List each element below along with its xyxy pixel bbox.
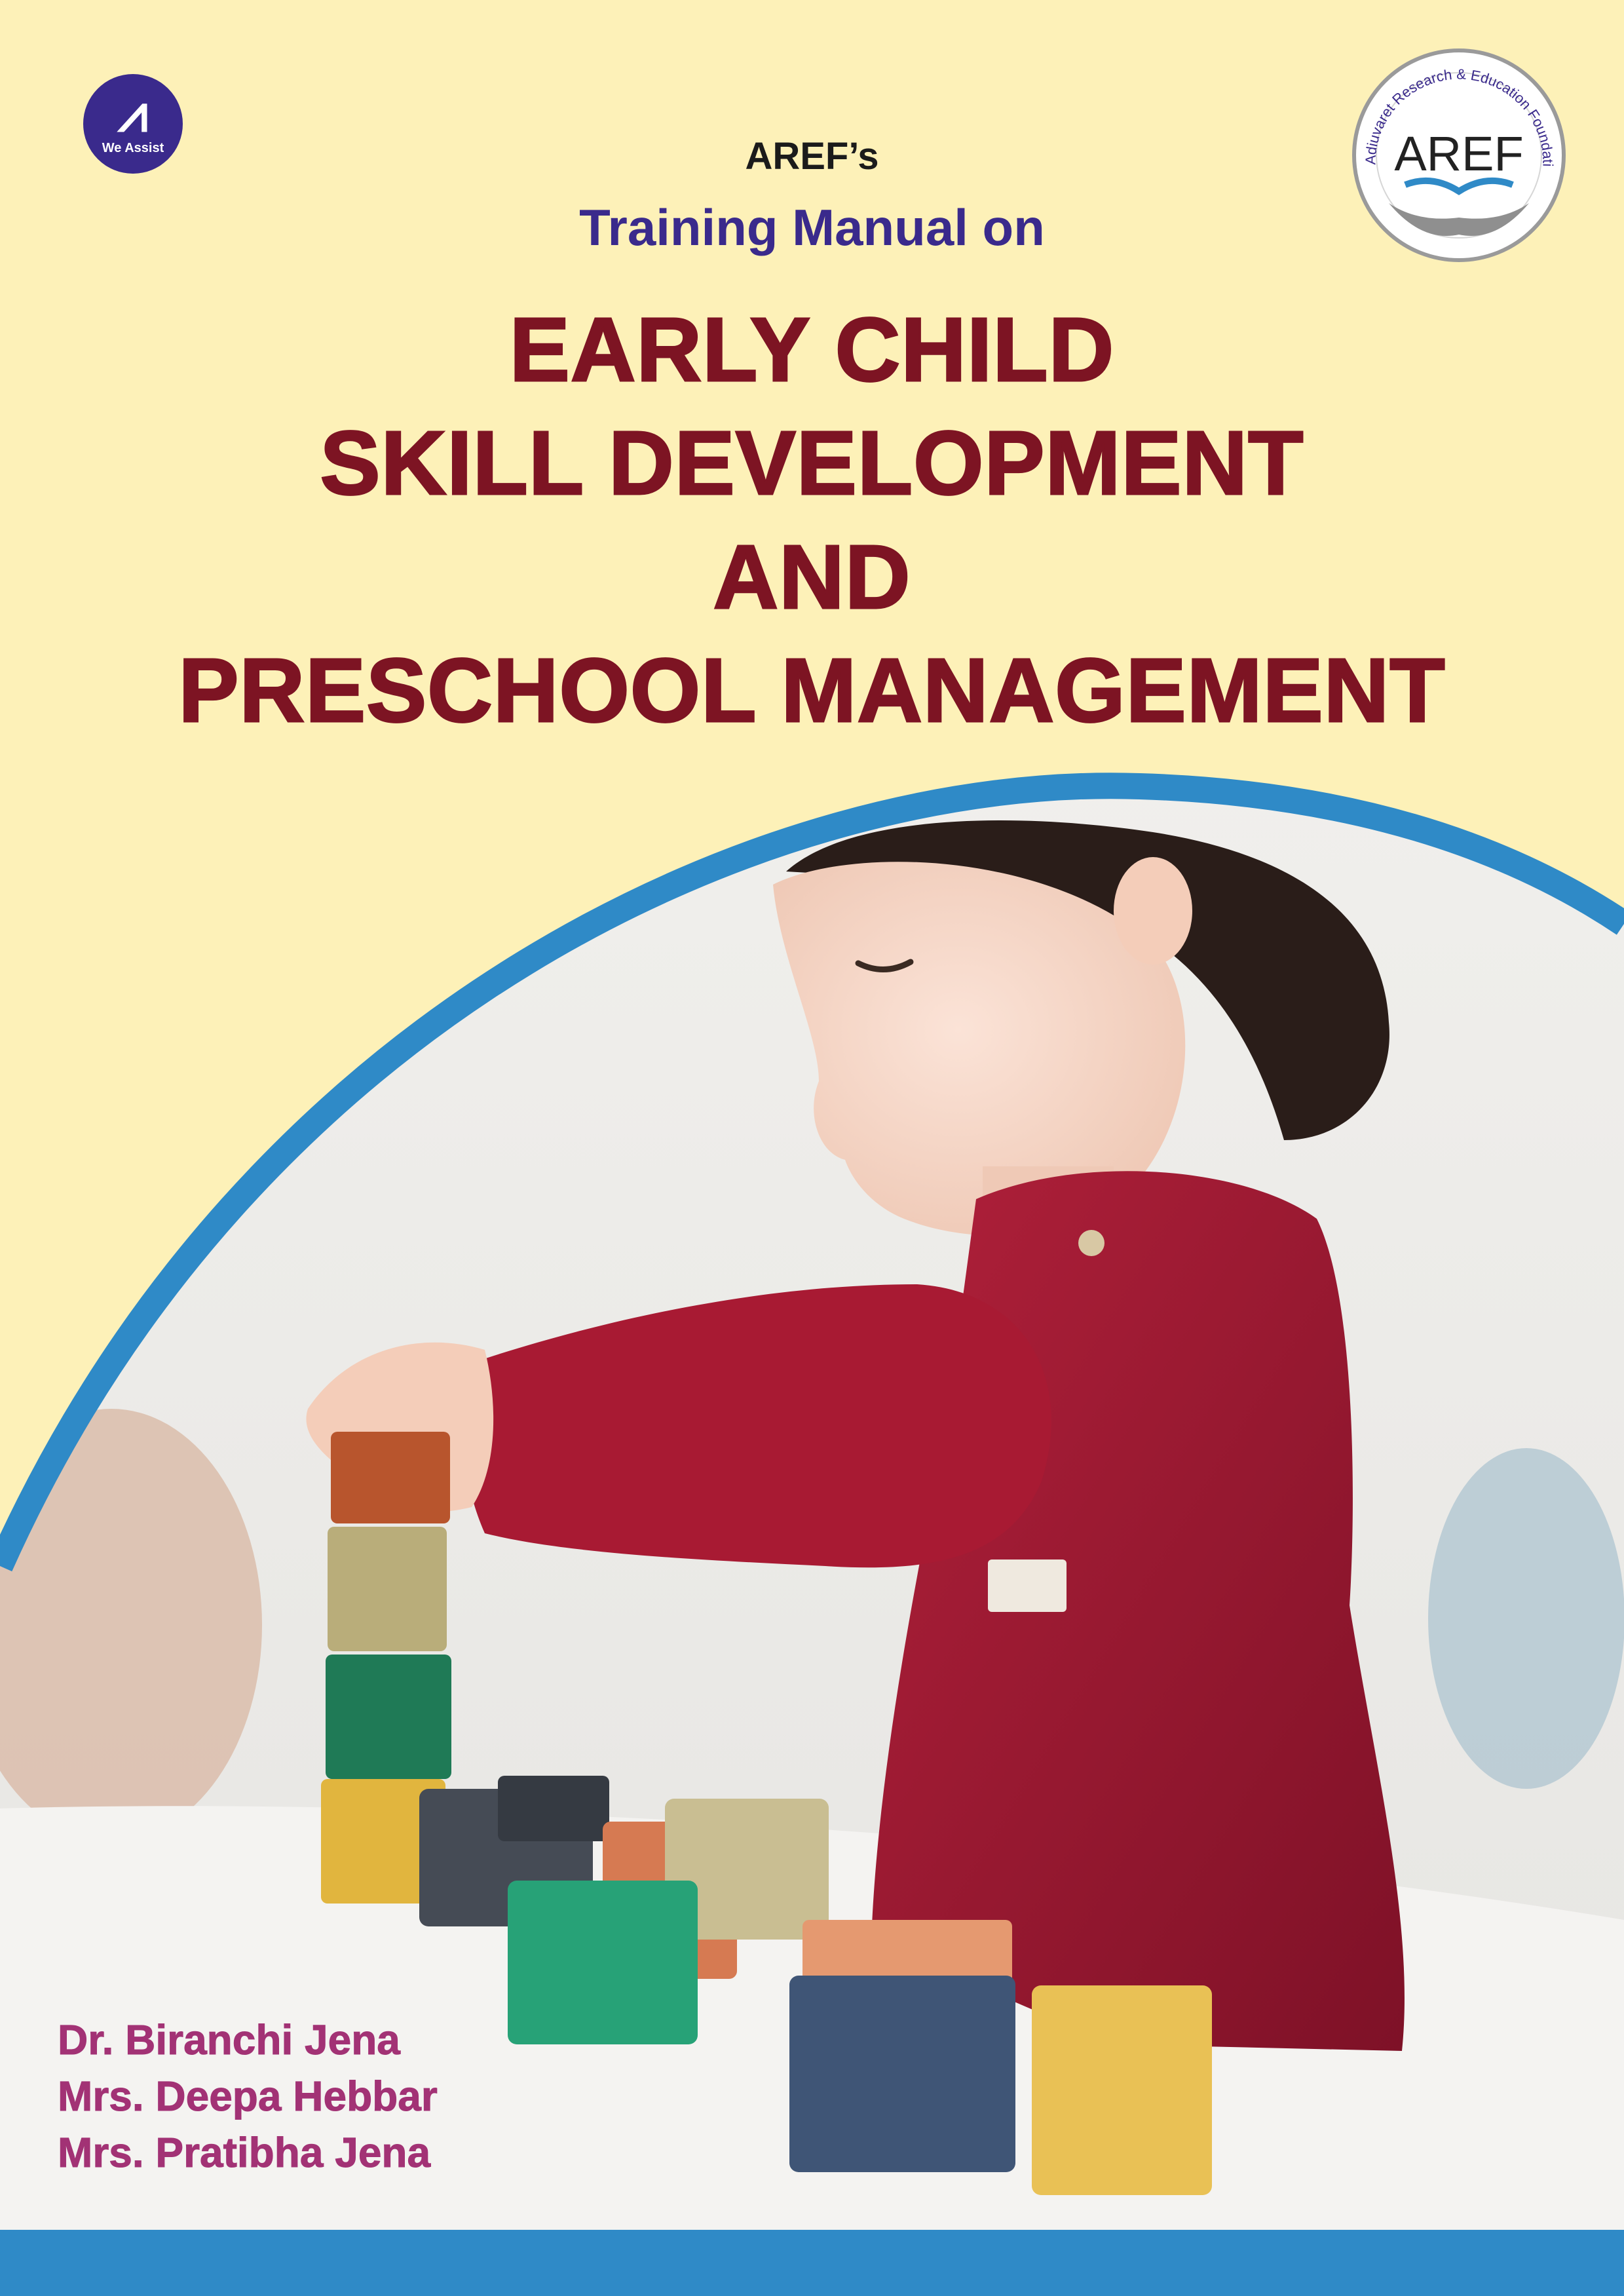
title-line-3: AND	[712, 527, 911, 628]
blurred-toy-right	[1428, 1448, 1624, 1789]
climber-icon: ⩘	[118, 84, 148, 142]
kicker: AREF’s	[745, 135, 879, 178]
block-blue	[789, 1976, 1015, 2172]
dress-tag	[988, 1559, 1067, 1612]
author-name: Mrs. Deepa Hebbar	[58, 2073, 438, 2120]
title-line-2: SKILL DEVELOPMENT	[319, 413, 1304, 514]
book-cover: ⩘ We Assist Adiuvaret Research & Educati…	[0, 0, 1624, 2296]
block-orange-top	[331, 1432, 450, 1523]
title-line-1: EARLY CHILD	[508, 299, 1115, 400]
bottom-band	[0, 2230, 1624, 2296]
block-dark-back	[498, 1776, 609, 1841]
subtitle: Training Manual on	[579, 199, 1045, 256]
block-yellow-front	[1032, 1985, 1212, 2195]
block-green-front	[508, 1881, 698, 2044]
dress-button	[1078, 1230, 1105, 1256]
block-green	[326, 1655, 451, 1779]
author-name: Dr. Biranchi Jena	[58, 2016, 401, 2064]
block-beige	[328, 1527, 447, 1651]
author-list: Dr. Biranchi Jena Mrs. Deepa Hebbar Mrs.…	[58, 2012, 438, 2181]
child-ear	[1114, 857, 1192, 965]
author-name: Mrs. Pratibha Jena	[58, 2129, 431, 2177]
title-line-4: PRESCHOOL MANAGEMENT	[178, 640, 1446, 741]
